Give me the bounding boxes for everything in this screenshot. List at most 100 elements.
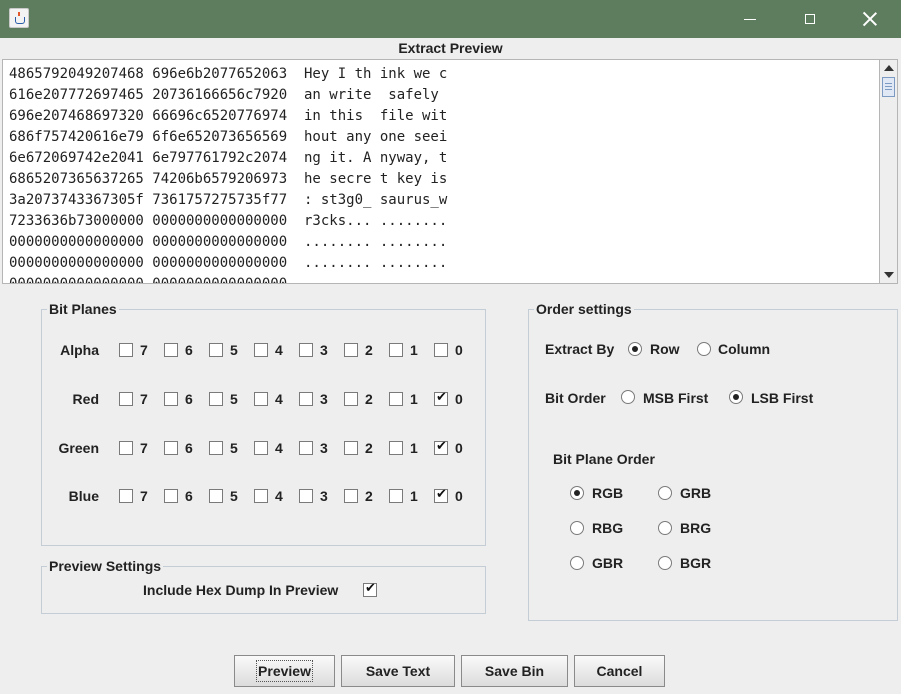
bit-plane-red-6-checkbox[interactable] <box>164 392 178 406</box>
plane-order-grb-label[interactable]: GRB <box>680 485 711 501</box>
scroll-up-arrow-icon[interactable] <box>882 61 896 75</box>
bit-plane-blue-1-checkbox[interactable] <box>389 489 403 503</box>
extract-preview-text-area[interactable]: 4865792049207468 696e6b2077652063 Hey I … <box>2 59 880 284</box>
bit-plane-blue-1-label[interactable]: 1 <box>410 488 418 504</box>
bit-plane-blue-6-label[interactable]: 6 <box>185 488 193 504</box>
bit-order-msb-radio[interactable] <box>621 390 635 404</box>
bit-plane-alpha-6-checkbox[interactable] <box>164 343 178 357</box>
bit-plane-alpha-4-label[interactable]: 4 <box>275 342 283 358</box>
bit-plane-red-2-label[interactable]: 2 <box>365 391 373 407</box>
bit-plane-blue-0-label[interactable]: 0 <box>455 488 463 504</box>
bit-plane-green-1-checkbox[interactable] <box>389 441 403 455</box>
preview-button[interactable]: Preview <box>234 655 335 687</box>
bit-plane-alpha-0-label[interactable]: 0 <box>455 342 463 358</box>
extract-by-row-label[interactable]: Row <box>650 341 680 357</box>
bit-plane-red-7-label[interactable]: 7 <box>140 391 148 407</box>
bit-plane-red-4-label[interactable]: 4 <box>275 391 283 407</box>
bit-plane-red-5-label[interactable]: 5 <box>230 391 238 407</box>
bit-plane-blue-5-checkbox[interactable] <box>209 489 223 503</box>
bit-plane-alpha-1-checkbox[interactable] <box>389 343 403 357</box>
bit-plane-green-0-label[interactable]: 0 <box>455 440 463 456</box>
bit-plane-alpha-2-label[interactable]: 2 <box>365 342 373 358</box>
bit-plane-alpha-1-label[interactable]: 1 <box>410 342 418 358</box>
plane-order-rbg-radio[interactable] <box>570 521 584 535</box>
bit-plane-green-2-checkbox[interactable] <box>344 441 358 455</box>
bit-plane-alpha-4-checkbox[interactable] <box>254 343 268 357</box>
bit-plane-blue-0-checkbox[interactable] <box>434 487 448 503</box>
plane-order-bgr-radio[interactable] <box>658 556 672 570</box>
plane-order-rgb-label[interactable]: RGB <box>592 485 623 501</box>
plane-order-gbr-label[interactable]: GBR <box>592 555 623 571</box>
bit-order-lsb-radio[interactable] <box>729 390 743 404</box>
bit-plane-green-0-checkbox[interactable] <box>434 439 448 455</box>
bit-order-lsb-label[interactable]: LSB First <box>751 390 813 406</box>
include-hex-dump-checkbox[interactable] <box>363 581 377 597</box>
bit-plane-green-2-label[interactable]: 2 <box>365 440 373 456</box>
bit-plane-red-4-checkbox[interactable] <box>254 392 268 406</box>
bit-plane-red-2-checkbox[interactable] <box>344 392 358 406</box>
bit-plane-green-1-label[interactable]: 1 <box>410 440 418 456</box>
bit-plane-alpha-7-checkbox[interactable] <box>119 343 133 357</box>
preview-line: 6865207365637265 74206b6579206973 he sec… <box>9 171 448 187</box>
bit-plane-green-4-checkbox[interactable] <box>254 441 268 455</box>
bit-plane-blue-7-checkbox[interactable] <box>119 489 133 503</box>
java-app-icon[interactable] <box>9 8 29 28</box>
bit-plane-blue-4-checkbox[interactable] <box>254 489 268 503</box>
bit-plane-green-3-checkbox[interactable] <box>299 441 313 455</box>
plane-order-rbg-label[interactable]: RBG <box>592 520 623 536</box>
bit-plane-green-6-checkbox[interactable] <box>164 441 178 455</box>
bit-plane-green-5-label[interactable]: 5 <box>230 440 238 456</box>
bit-plane-alpha-2-checkbox[interactable] <box>344 343 358 357</box>
bit-plane-blue-3-label[interactable]: 3 <box>320 488 328 504</box>
bit-plane-red-label: Red <box>72 391 99 407</box>
scroll-thumb[interactable] <box>882 77 895 97</box>
preview-vertical-scrollbar[interactable] <box>879 59 898 284</box>
scroll-down-arrow-icon[interactable] <box>882 268 896 282</box>
bit-plane-green-4-label[interactable]: 4 <box>275 440 283 456</box>
bit-plane-red-0-checkbox[interactable] <box>434 390 448 406</box>
plane-order-rgb-radio[interactable] <box>570 486 584 500</box>
bit-plane-alpha-5-label[interactable]: 5 <box>230 342 238 358</box>
bit-plane-alpha-7-label[interactable]: 7 <box>140 342 148 358</box>
bit-plane-blue-2-label[interactable]: 2 <box>365 488 373 504</box>
extract-by-column-radio[interactable] <box>697 342 711 356</box>
bit-plane-red-0-label[interactable]: 0 <box>455 391 463 407</box>
save-text-button[interactable]: Save Text <box>341 655 455 687</box>
plane-order-gbr-radio[interactable] <box>570 556 584 570</box>
bit-plane-green-6-label[interactable]: 6 <box>185 440 193 456</box>
bit-plane-blue-7-label[interactable]: 7 <box>140 488 148 504</box>
bit-plane-green-7-label[interactable]: 7 <box>140 440 148 456</box>
bit-plane-blue-4-label[interactable]: 4 <box>275 488 283 504</box>
bit-plane-red-3-label[interactable]: 3 <box>320 391 328 407</box>
bit-plane-red-7-checkbox[interactable] <box>119 392 133 406</box>
save-bin-button[interactable]: Save Bin <box>461 655 568 687</box>
bit-plane-green-5-checkbox[interactable] <box>209 441 223 455</box>
bit-plane-green-7-checkbox[interactable] <box>119 441 133 455</box>
bit-plane-red-1-label[interactable]: 1 <box>410 391 418 407</box>
bit-plane-alpha-3-label[interactable]: 3 <box>320 342 328 358</box>
bit-plane-red-5-checkbox[interactable] <box>209 392 223 406</box>
bit-plane-blue-5-label[interactable]: 5 <box>230 488 238 504</box>
bit-order-msb-label[interactable]: MSB First <box>643 390 708 406</box>
plane-order-brg-label[interactable]: BRG <box>680 520 711 536</box>
bit-plane-red-3-checkbox[interactable] <box>299 392 313 406</box>
close-button[interactable] <box>841 0 899 38</box>
bit-plane-alpha-3-checkbox[interactable] <box>299 343 313 357</box>
extract-by-column-label[interactable]: Column <box>718 341 770 357</box>
minimize-button[interactable] <box>721 0 779 38</box>
bit-plane-blue-6-checkbox[interactable] <box>164 489 178 503</box>
plane-order-bgr-label[interactable]: BGR <box>680 555 711 571</box>
maximize-button[interactable] <box>781 0 839 38</box>
bit-plane-blue-3-checkbox[interactable] <box>299 489 313 503</box>
plane-order-brg-radio[interactable] <box>658 521 672 535</box>
cancel-button[interactable]: Cancel <box>574 655 665 687</box>
bit-plane-alpha-6-label[interactable]: 6 <box>185 342 193 358</box>
extract-by-row-radio[interactable] <box>628 342 642 356</box>
bit-plane-blue-2-checkbox[interactable] <box>344 489 358 503</box>
bit-plane-alpha-0-checkbox[interactable] <box>434 343 448 357</box>
plane-order-grb-radio[interactable] <box>658 486 672 500</box>
bit-plane-red-6-label[interactable]: 6 <box>185 391 193 407</box>
bit-plane-alpha-5-checkbox[interactable] <box>209 343 223 357</box>
bit-plane-green-3-label[interactable]: 3 <box>320 440 328 456</box>
bit-plane-red-1-checkbox[interactable] <box>389 392 403 406</box>
